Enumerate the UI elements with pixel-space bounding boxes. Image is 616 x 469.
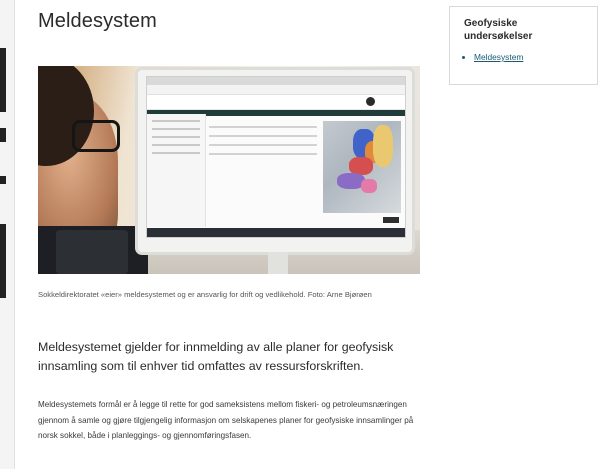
screen-line (209, 153, 317, 155)
screen-line (152, 136, 200, 138)
image-caption: Sokkeldirektoratet «eier» meldesystemet … (38, 290, 372, 299)
screen-user-avatar (366, 97, 375, 106)
related-pages-title: Geofysiske undersøkelser (464, 18, 533, 42)
lead-paragraph: Meldesystemet gjelder for innmelding av … (38, 340, 394, 373)
screen-line (209, 126, 317, 128)
related-pages-box: Geofysiske undersøkelser Meldesystem (449, 6, 598, 85)
screen-line (152, 152, 200, 154)
screen-appbar (147, 95, 405, 110)
photo-monitor-stand (268, 252, 288, 274)
edge-mark (0, 48, 6, 112)
background-page-edge (0, 0, 15, 469)
screen-line (152, 120, 200, 122)
screen-map (323, 121, 401, 213)
edge-mark (0, 224, 6, 298)
edge-mark (0, 176, 6, 184)
screen-line (209, 144, 317, 146)
page: Meldesystem Sokkeldirektoratet «eier» me… (0, 0, 616, 469)
body-paragraph: Meldesystemets formål er å legge til ret… (38, 400, 414, 441)
edge-mark (0, 128, 6, 142)
screen-line (152, 128, 200, 130)
hero-photo (38, 66, 420, 274)
map-blob (373, 125, 393, 167)
screen-tabbar (147, 77, 405, 85)
map-blob (361, 179, 377, 193)
screen-urlbar (147, 85, 405, 95)
photo-monitor (138, 70, 412, 274)
screen-line (152, 144, 200, 146)
photo-glasses (72, 120, 120, 152)
screen-button (383, 217, 399, 223)
photo-monitor-screen (146, 76, 406, 238)
screen-line (209, 135, 317, 137)
screen-sidebar (147, 114, 206, 227)
related-pages-item: Meldesystem (474, 52, 523, 62)
photo-desk-phone (56, 230, 128, 274)
screen-content (209, 119, 317, 223)
related-pages-list: Meldesystem (464, 52, 523, 62)
screen-taskbar (147, 228, 405, 237)
page-title: Meldesystem (38, 10, 157, 32)
related-link-meldesystem[interactable]: Meldesystem (474, 52, 523, 62)
